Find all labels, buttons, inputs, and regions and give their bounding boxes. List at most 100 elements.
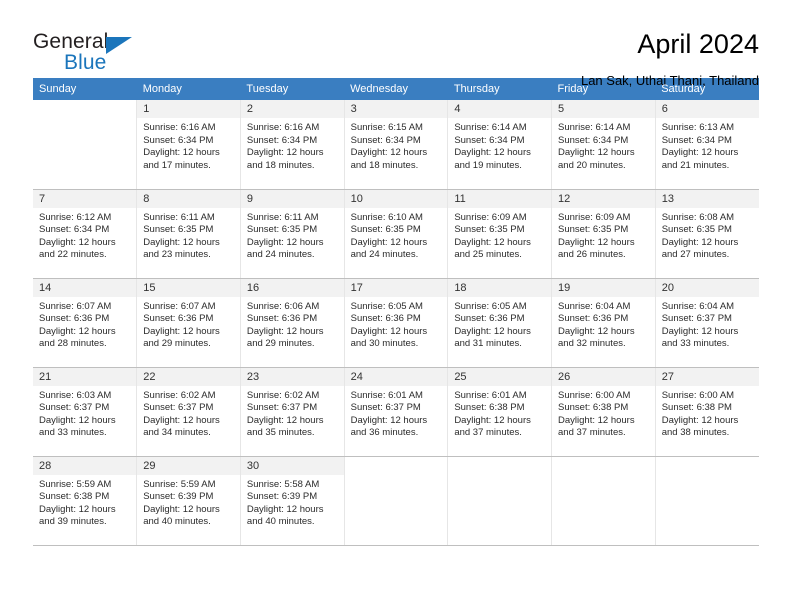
title-block: April 2024 Lan Sak, Uthai Thani, Thailan… — [581, 28, 759, 90]
day-sun-info: Sunrise: 6:03 AM Sunset: 6:37 PM Daylight:… — [33, 386, 136, 440]
calendar-day-cell[interactable]: 17 Sunrise: 6:05 AM Sunset: 6:36 PM Dayligh… — [344, 278, 449, 368]
day-sun-info: Sunrise: 6:13 AM Sunset: 6:34 PM Daylight:… — [656, 118, 759, 172]
calendar-day-cell[interactable]: 14 Sunrise: 6:07 AM Sunset: 6:36 PM Dayligh… — [33, 278, 138, 368]
day-sun-info: Sunrise: 6:16 AM Sunset: 6:34 PM Daylight:… — [137, 118, 240, 172]
calendar-day-cell[interactable]: 25 Sunrise: 6:01 AM Sunset: 6:38 PM Dayligh… — [447, 367, 553, 457]
day-number: 1 — [137, 100, 240, 118]
daylight-text-line2: and 26 minutes. — [558, 249, 626, 261]
sunset-text: Sunset: 6:38 PM — [661, 402, 732, 414]
calendar-day-cell[interactable]: 5 Sunrise: 6:14 AM Sunset: 6:34 PM Daylight… — [551, 100, 656, 190]
daylight-text-line2: and 27 minutes. — [661, 249, 730, 261]
daylight-text-line1: Daylight: 12 hours — [661, 325, 739, 337]
sunrise-text: Sunrise: 6:05 AM — [454, 300, 527, 312]
sunrise-text: Sunrise: 6:01 AM — [454, 389, 527, 401]
sunrise-text: Sunrise: 6:00 AM — [661, 389, 735, 401]
sunrise-text: Sunrise: 6:14 AM — [558, 122, 631, 133]
day-number: 2 — [240, 100, 344, 118]
calendar-day-cell[interactable]: 10 Sunrise: 6:10 AM Sunset: 6:35 PM Dayligh… — [344, 189, 449, 279]
daylight-text-line1: Daylight: 12 hours — [558, 236, 635, 248]
daylight-text-line1: Daylight: 12 hours — [39, 325, 116, 337]
calendar-day-cell[interactable]: 27 Sunrise: 6:00 AM Sunset: 6:38 PM Dayligh… — [655, 367, 759, 457]
day-sun-info: Sunrise: 6:01 AM Sunset: 6:38 PM Daylight:… — [448, 386, 551, 440]
calendar-day-cell-empty — [447, 456, 553, 546]
calendar-day-cell[interactable]: 12 Sunrise: 6:09 AM Sunset: 6:35 PM Dayligh… — [551, 189, 656, 279]
day-number: 13 — [655, 189, 759, 208]
daylight-text-line1: Daylight: 12 hours — [661, 147, 739, 159]
calendar-day-cell-empty — [551, 456, 656, 546]
day-sun-info: Sunrise: 6:09 AM Sunset: 6:35 PM Daylight:… — [448, 208, 551, 262]
daylight-text-line1: Daylight: 12 hours — [350, 325, 428, 337]
general-blue-logo[interactable]: General Blue — [33, 28, 153, 76]
day-number: 17 — [344, 278, 448, 297]
sunset-text: Sunset: 6:36 PM — [143, 313, 214, 325]
sunrise-text: Sunrise: 6:16 AM — [143, 122, 216, 133]
day-number: 5 — [552, 100, 655, 118]
sunset-text: Sunset: 6:34 PM — [246, 134, 318, 146]
daylight-text-line1: Daylight: 12 hours — [350, 147, 428, 159]
calendar-day-cell[interactable]: 7 Sunrise: 6:12 AM Sunset: 6:34 PM Daylight… — [33, 189, 138, 279]
day-number: 7 — [33, 189, 137, 208]
day-number: 9 — [240, 189, 344, 208]
calendar-day-cell[interactable]: 22 Sunrise: 6:02 AM Sunset: 6:37 PM Dayligh… — [136, 367, 241, 457]
calendar-day-cell[interactable]: 4 Sunrise: 6:14 AM Sunset: 6:34 PM Daylight… — [447, 100, 553, 190]
sunrise-text: Sunrise: 6:01 AM — [350, 389, 423, 401]
daylight-text-line1: Daylight: 12 hours — [39, 414, 116, 426]
sunset-text: Sunset: 6:35 PM — [661, 224, 732, 236]
sunrise-text: Sunrise: 5:59 AM — [39, 478, 112, 490]
calendar-day-cell[interactable]: 8 Sunrise: 6:11 AM Sunset: 6:35 PM Daylight… — [136, 189, 241, 279]
calendar-day-cell[interactable]: 11 Sunrise: 6:09 AM Sunset: 6:35 PM Dayligh… — [447, 189, 553, 279]
day-number: 23 — [240, 367, 344, 386]
calendar-page: General Blue April 2024 Lan Sak, Uthai T… — [0, 0, 792, 612]
calendar-day-cell[interactable]: 16 Sunrise: 6:06 AM Sunset: 6:36 PM Dayligh… — [240, 278, 345, 368]
day-sun-info: Sunrise: 6:02 AM Sunset: 6:37 PM Daylight:… — [137, 386, 240, 440]
calendar-day-cell[interactable]: 21 Sunrise: 6:03 AM Sunset: 6:37 PM Dayligh… — [33, 367, 138, 457]
sunrise-text: Sunrise: 6:02 AM — [143, 389, 216, 401]
weekday-header-sunday: Sunday — [33, 78, 137, 100]
day-number: 20 — [655, 278, 759, 297]
calendar-day-cell[interactable]: 15 Sunrise: 6:07 AM Sunset: 6:36 PM Dayligh… — [136, 278, 241, 368]
calendar-day-cell[interactable]: 23 Sunrise: 6:02 AM Sunset: 6:37 PM Dayligh… — [240, 367, 345, 457]
daylight-text-line1: Daylight: 12 hours — [661, 236, 739, 248]
calendar-day-cell[interactable]: 20 Sunrise: 6:04 AM Sunset: 6:37 PM Dayligh… — [655, 278, 759, 368]
daylight-text-line1: Daylight: 12 hours — [246, 325, 324, 337]
daylight-text-line2: and 38 minutes. — [661, 427, 730, 439]
calendar-day-cell[interactable]: 26 Sunrise: 6:00 AM Sunset: 6:38 PM Dayligh… — [551, 367, 656, 457]
calendar-day-cell[interactable]: 13 Sunrise: 6:08 AM Sunset: 6:35 PM Dayligh… — [655, 189, 759, 279]
month-calendar: Sunday Monday Tuesday Wednesday Thursday Frid… — [33, 78, 759, 546]
daylight-text-line1: Daylight: 12 hours — [143, 503, 220, 515]
calendar-day-cell[interactable]: 24 Sunrise: 6:01 AM Sunset: 6:37 PM Dayligh… — [344, 367, 449, 457]
daylight-text-line1: Daylight: 12 hours — [350, 414, 428, 426]
calendar-day-cell[interactable]: 2 Sunrise: 6:16 AM Sunset: 6:34 PM Daylight… — [240, 100, 345, 190]
calendar-week-row: 7 Sunrise: 6:12 AM Sunset: 6:34 PM Daylight… — [33, 189, 759, 279]
sunrise-text: Sunrise: 6:04 AM — [661, 300, 735, 312]
daylight-text-line1: Daylight: 12 hours — [454, 325, 531, 337]
calendar-day-cell[interactable]: 28 Sunrise: 5:59 AM Sunset: 6:38 PM Dayligh… — [33, 456, 138, 546]
day-sun-info: Sunrise: 6:10 AM Sunset: 6:35 PM Daylight:… — [345, 208, 448, 262]
day-sun-info: Sunrise: 6:11 AM Sunset: 6:35 PM Daylight:… — [241, 208, 344, 262]
day-sun-info: Sunrise: 6:12 AM Sunset: 6:34 PM Daylight:… — [33, 208, 136, 262]
daylight-text-line2: and 31 minutes. — [454, 338, 522, 350]
sunrise-text: Sunrise: 6:00 AM — [558, 389, 631, 401]
daylight-text-line1: Daylight: 12 hours — [39, 236, 116, 248]
sunrise-text: Sunrise: 6:13 AM — [661, 122, 735, 133]
calendar-day-cell[interactable]: 1 Sunrise: 6:16 AM Sunset: 6:34 PM Daylight… — [136, 100, 241, 190]
calendar-day-cell[interactable]: 3 Sunrise: 6:15 AM Sunset: 6:34 PM Daylight… — [344, 100, 449, 190]
calendar-day-cell[interactable]: 29 Sunrise: 5:59 AM Sunset: 6:39 PM Dayligh… — [136, 456, 241, 546]
sunset-text: Sunset: 6:36 PM — [39, 313, 110, 325]
calendar-day-cell[interactable]: 9 Sunrise: 6:11 AM Sunset: 6:35 PM Daylight… — [240, 189, 345, 279]
daylight-text-line2: and 20 minutes. — [558, 159, 626, 171]
weekday-header-wednesday: Wednesday — [344, 78, 448, 100]
calendar-day-cell[interactable]: 6 Sunrise: 6:13 AM Sunset: 6:34 PM Daylight… — [655, 100, 759, 190]
calendar-day-cell[interactable]: 18 Sunrise: 6:05 AM Sunset: 6:36 PM Dayligh… — [447, 278, 553, 368]
day-number: 8 — [137, 189, 240, 208]
daylight-text-line1: Daylight: 12 hours — [143, 147, 220, 159]
sunrise-text: Sunrise: 6:09 AM — [454, 211, 527, 223]
weekday-header-tuesday: Tuesday — [240, 78, 345, 100]
day-sun-info: Sunrise: 6:09 AM Sunset: 6:35 PM Daylight:… — [552, 208, 655, 262]
calendar-day-cell[interactable]: 30 Sunrise: 5:58 AM Sunset: 6:39 PM Dayligh… — [240, 456, 345, 546]
calendar-day-cell[interactable]: 19 Sunrise: 6:04 AM Sunset: 6:36 PM Dayligh… — [551, 278, 656, 368]
day-sun-info: Sunrise: 5:59 AM Sunset: 6:39 PM Daylight:… — [137, 475, 240, 529]
daylight-text-line1: Daylight: 12 hours — [246, 147, 324, 159]
day-number: 19 — [552, 278, 655, 297]
sunset-text: Sunset: 6:38 PM — [454, 402, 525, 414]
